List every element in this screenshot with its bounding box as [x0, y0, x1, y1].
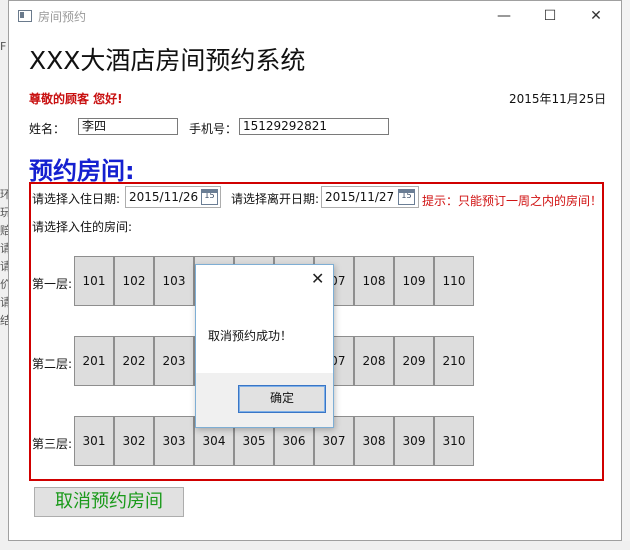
- close-window-button[interactable]: ✕: [573, 1, 619, 32]
- floor-label: 第二层:: [32, 357, 73, 371]
- greeting-text: 尊敬的顾客 您好!: [29, 92, 123, 106]
- checkout-date-picker[interactable]: 2015/11/27 15: [321, 186, 419, 208]
- room-button[interactable]: 208: [354, 336, 394, 386]
- minimize-button[interactable]: —: [481, 1, 527, 32]
- checkin-label: 请选择入住日期:: [32, 192, 121, 206]
- room-button[interactable]: 101: [74, 256, 114, 306]
- room-button[interactable]: 308: [354, 416, 394, 466]
- name-field[interactable]: 李四: [78, 118, 178, 135]
- name-label: 姓名：: [29, 122, 66, 136]
- checkout-date-value: 2015/11/27: [325, 190, 395, 204]
- room-button[interactable]: 210: [434, 336, 474, 386]
- dialog-footer: 确定: [196, 373, 333, 427]
- checkin-date-value: 2015/11/26: [129, 190, 199, 204]
- window-title: 房间预约: [38, 10, 87, 24]
- dialog-close-icon[interactable]: ✕: [311, 271, 324, 287]
- room-button[interactable]: 202: [114, 336, 154, 386]
- title-bar[interactable]: 房间预约 — ☐ ✕: [9, 1, 621, 32]
- room-button[interactable]: 108: [354, 256, 394, 306]
- background-right-edge: [622, 0, 630, 550]
- room-button[interactable]: 102: [114, 256, 154, 306]
- room-button[interactable]: 110: [434, 256, 474, 306]
- booking-heading: 预约房间:: [29, 157, 135, 185]
- room-button[interactable]: 303: [154, 416, 194, 466]
- room-button[interactable]: 302: [114, 416, 154, 466]
- checkin-date-picker[interactable]: 2015/11/26 15: [125, 186, 221, 208]
- dialog-message: 取消预约成功！: [208, 329, 293, 343]
- background-bottom-edge: [0, 541, 630, 550]
- room-button[interactable]: 201: [74, 336, 114, 386]
- message-dialog: ✕ 取消预约成功！ 确定: [195, 264, 334, 428]
- room-button[interactable]: 301: [74, 416, 114, 466]
- room-button[interactable]: 209: [394, 336, 434, 386]
- calendar-icon[interactable]: 15: [201, 189, 218, 205]
- room-button[interactable]: 309: [394, 416, 434, 466]
- current-date: 2015年11月25日: [509, 92, 607, 106]
- room-button[interactable]: 109: [394, 256, 434, 306]
- checkout-label: 请选择离开日期:: [231, 192, 320, 206]
- ok-button[interactable]: 确定: [238, 385, 326, 413]
- floor-label: 第三层:: [32, 437, 73, 451]
- calendar-icon[interactable]: 15: [398, 189, 415, 205]
- window-app-icon: [18, 10, 32, 22]
- room-button[interactable]: 103: [154, 256, 194, 306]
- hint-text: 提示：只能预订一周之内的房间！: [422, 194, 603, 208]
- floor-label: 第一层:: [32, 277, 73, 291]
- room-button[interactable]: 203: [154, 336, 194, 386]
- phone-label: 手机号：: [189, 122, 238, 136]
- room-prompt: 请选择入住的房间:: [32, 220, 133, 234]
- maximize-button[interactable]: ☐: [527, 1, 573, 32]
- page-title: XXX大酒店房间预约系统: [29, 46, 306, 75]
- room-button[interactable]: 310: [434, 416, 474, 466]
- cancel-booking-button[interactable]: 取消预约房间: [34, 487, 184, 517]
- phone-field[interactable]: 15129292821: [239, 118, 389, 135]
